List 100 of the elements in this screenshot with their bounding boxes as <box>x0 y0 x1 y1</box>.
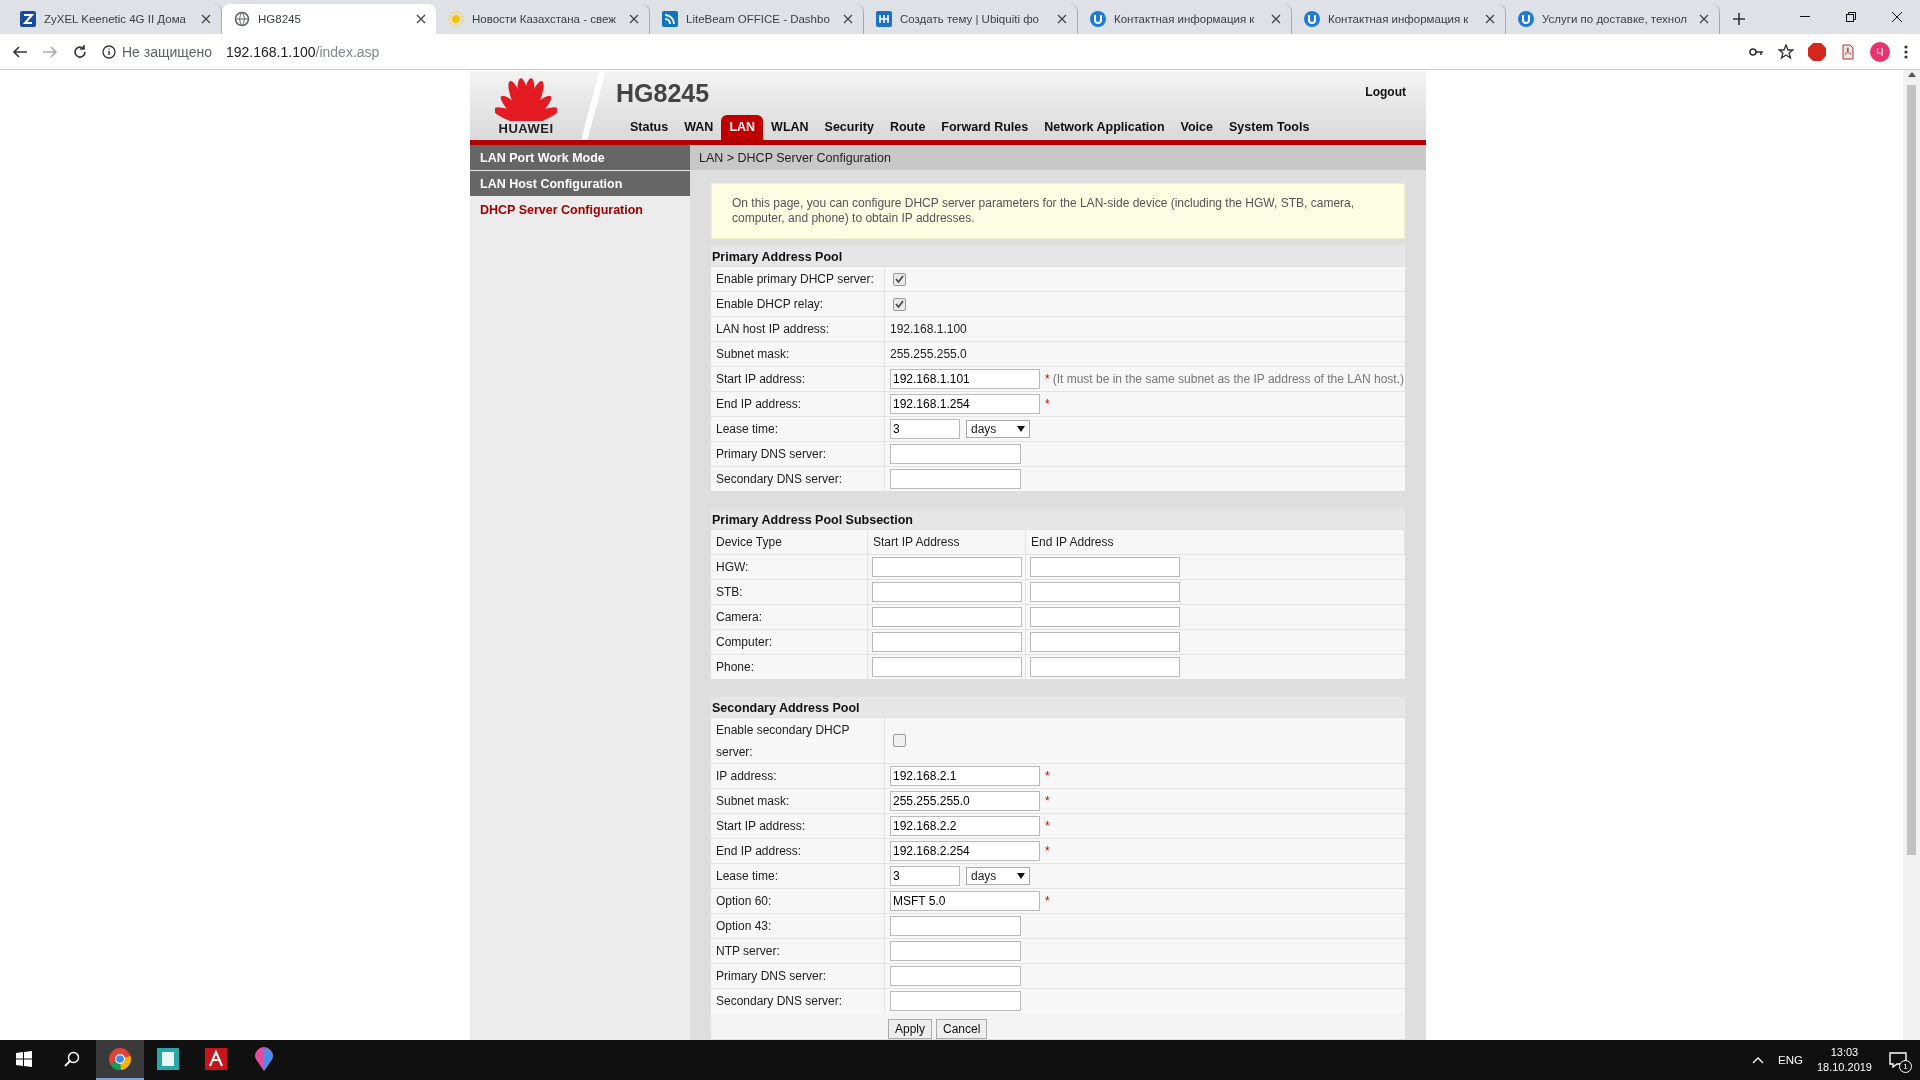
star-icon[interactable] <box>1778 43 1794 60</box>
checkbox[interactable] <box>893 297 906 311</box>
close-icon[interactable] <box>1892 12 1902 22</box>
nav-tab[interactable]: Status <box>622 115 677 140</box>
input-field[interactable] <box>890 916 1021 936</box>
input-field[interactable] <box>872 557 1022 577</box>
search-icon[interactable] <box>64 1051 80 1067</box>
device-label: Phone: <box>711 655 868 679</box>
u-shape-icon <box>1090 11 1106 27</box>
unit-dropdown[interactable]: days <box>966 867 1030 885</box>
browser-tab[interactable]: ZyXEL Keenetic 4G II Дома <box>8 4 222 34</box>
input-field[interactable] <box>872 607 1022 627</box>
nav-tab[interactable]: System Tools <box>1221 115 1318 140</box>
plus-icon[interactable] <box>1732 12 1746 26</box>
input-field[interactable] <box>890 444 1021 464</box>
logout-link[interactable]: Logout <box>1365 85 1406 99</box>
nav-tab[interactable]: Security <box>816 115 882 140</box>
field-value: 192.168.1.100 <box>890 322 967 336</box>
input-field[interactable] <box>1030 557 1180 577</box>
required-mark: * <box>1045 397 1050 411</box>
input-field[interactable]: 255.255.255.0 <box>890 791 1040 811</box>
input-field[interactable] <box>1030 657 1180 677</box>
menu-icon[interactable] <box>1904 43 1908 60</box>
menu-item[interactable]: LAN Host Configuration <box>470 171 690 196</box>
minimize-icon[interactable] <box>1800 16 1810 18</box>
globe-icon <box>234 11 250 27</box>
nav-tab[interactable]: WLAN <box>763 115 817 140</box>
scroll-up-icon[interactable] <box>1907 72 1916 77</box>
info-icon[interactable] <box>102 44 116 59</box>
close-icon[interactable] <box>843 14 853 24</box>
field-value: 255.255.255.0 <box>890 347 967 361</box>
clock[interactable]: 13:03 18.10.2019 <box>1816 1045 1872 1075</box>
nav-tab[interactable]: Forward Rules <box>933 115 1037 140</box>
nav-tab[interactable]: Network Application <box>1036 115 1173 140</box>
nav-tab[interactable]: LAN <box>721 115 764 140</box>
browser-tab[interactable]: Услуги по доставке, технол <box>1506 4 1720 34</box>
close-icon[interactable] <box>201 14 211 24</box>
back-arrow-icon[interactable] <box>12 43 28 60</box>
field-label: Secondary DNS server: <box>711 467 885 491</box>
form-button[interactable]: Cancel <box>936 1019 988 1039</box>
browser-tab[interactable]: HG8245 <box>222 4 436 34</box>
map-pin-icon[interactable] <box>254 1047 274 1071</box>
close-icon[interactable] <box>1057 14 1067 24</box>
browser-tab[interactable]: Создать тему | Ubiquiti фо <box>864 4 1078 34</box>
nav-tab[interactable]: WAN <box>676 115 722 140</box>
checkbox[interactable] <box>893 272 906 286</box>
close-icon[interactable] <box>629 14 639 24</box>
stop-sign-icon[interactable] <box>1808 42 1826 61</box>
input-field[interactable] <box>872 582 1022 602</box>
reload-icon[interactable] <box>72 43 88 60</box>
input-field[interactable] <box>890 966 1021 986</box>
browser-tab[interactable]: Контактная информация к <box>1078 4 1292 34</box>
scroll-thumb[interactable] <box>1907 85 1916 855</box>
browser-tab[interactable]: LiteBeam OFFICE - Dashbo <box>650 4 864 34</box>
input-field[interactable] <box>872 632 1022 652</box>
input-field[interactable] <box>890 469 1021 489</box>
restore-icon[interactable] <box>1846 12 1856 22</box>
grid-icon <box>876 11 892 27</box>
profile-avatar[interactable]: Ч <box>1870 41 1890 62</box>
nav-tab[interactable]: Voice <box>1172 115 1221 140</box>
document-icon[interactable] <box>1840 43 1856 60</box>
input-field[interactable]: 192.168.2.1 <box>890 766 1040 786</box>
language-indicator[interactable]: ENG <box>1778 1054 1803 1066</box>
windows-icon[interactable] <box>16 1051 32 1067</box>
breadcrumb: LAN > DHCP Server Configuration <box>690 145 1426 170</box>
hint-text: (It must be in the same subnet as the IP address of the LAN host.) <box>1052 372 1404 386</box>
notification-icon[interactable] <box>1889 1052 1907 1068</box>
input-field[interactable]: 192.168.2.2 <box>890 816 1040 836</box>
input-field[interactable]: 192.168.2.254 <box>890 841 1040 861</box>
app-icon[interactable] <box>157 1048 179 1070</box>
acrobat-icon[interactable] <box>205 1048 227 1070</box>
input-field[interactable]: 3 <box>890 419 960 439</box>
menu-item[interactable]: LAN Port Work Mode <box>470 145 690 170</box>
url-text[interactable]: 192.168.1.100/index.asp <box>226 43 380 60</box>
input-field[interactable] <box>890 991 1021 1011</box>
notification-count: 1 <box>1899 1060 1912 1073</box>
input-field[interactable]: 3 <box>890 866 960 886</box>
input-field[interactable] <box>1030 632 1180 652</box>
close-icon[interactable] <box>1485 14 1495 24</box>
input-field[interactable] <box>1030 607 1180 627</box>
nav-tab[interactable]: Route <box>881 115 934 140</box>
input-field[interactable]: 192.168.1.254 <box>890 394 1040 414</box>
close-icon[interactable] <box>416 14 426 24</box>
input-field[interactable]: 192.168.1.101 <box>890 369 1040 389</box>
browser-tab[interactable]: Контактная информация к <box>1292 4 1506 34</box>
required-mark: * <box>1045 794 1050 808</box>
chevron-up-icon[interactable] <box>1752 1056 1764 1064</box>
scrollbar[interactable] <box>1903 70 1920 1040</box>
input-field[interactable] <box>872 657 1022 677</box>
input-field[interactable] <box>1030 582 1180 602</box>
input-field[interactable]: MSFT 5.0 <box>890 891 1040 911</box>
browser-tab[interactable]: Новости Казахстана - свеж <box>436 4 650 34</box>
form-button[interactable]: Apply <box>888 1019 933 1039</box>
unit-dropdown[interactable]: days <box>966 420 1030 438</box>
input-field[interactable] <box>890 941 1021 961</box>
chrome-icon[interactable] <box>108 1047 132 1071</box>
checkbox[interactable] <box>893 734 906 747</box>
close-icon[interactable] <box>1699 14 1709 24</box>
close-icon[interactable] <box>1271 14 1281 24</box>
caret-icon <box>1017 426 1025 432</box>
